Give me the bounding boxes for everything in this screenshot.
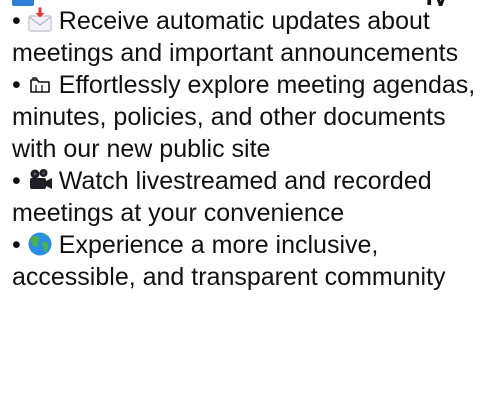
benefits-list: • Receive automatic updates about meetin… xyxy=(12,5,488,293)
benefit-text: Experience a more inclusive, accessible,… xyxy=(12,231,446,291)
globe-icon xyxy=(27,231,53,257)
benefit-item-livestream: • Watch livestreamed and recorded meetin… xyxy=(12,165,488,229)
bullet: • xyxy=(12,167,21,195)
benefit-text: Effortlessly explore meeting agendas, mi… xyxy=(12,71,476,163)
bullet: • xyxy=(12,231,21,259)
benefit-item-documents: • Effortlessly explore meeting agendas, … xyxy=(12,69,488,165)
benefit-text: Receive automatic updates about meetings… xyxy=(12,7,459,67)
envelope-arrow-icon xyxy=(27,7,53,33)
bullet: • xyxy=(12,71,21,99)
benefit-item-community: • Experience a more inclusive, accessibl… xyxy=(12,229,488,293)
movie-camera-icon xyxy=(27,167,53,193)
bullet: • xyxy=(12,7,21,35)
benefit-item-updates: • Receive automatic updates about meetin… xyxy=(12,5,488,69)
benefit-text: Watch livestreamed and recorded meetings… xyxy=(12,167,432,227)
card-index-dividers-icon xyxy=(27,71,53,97)
